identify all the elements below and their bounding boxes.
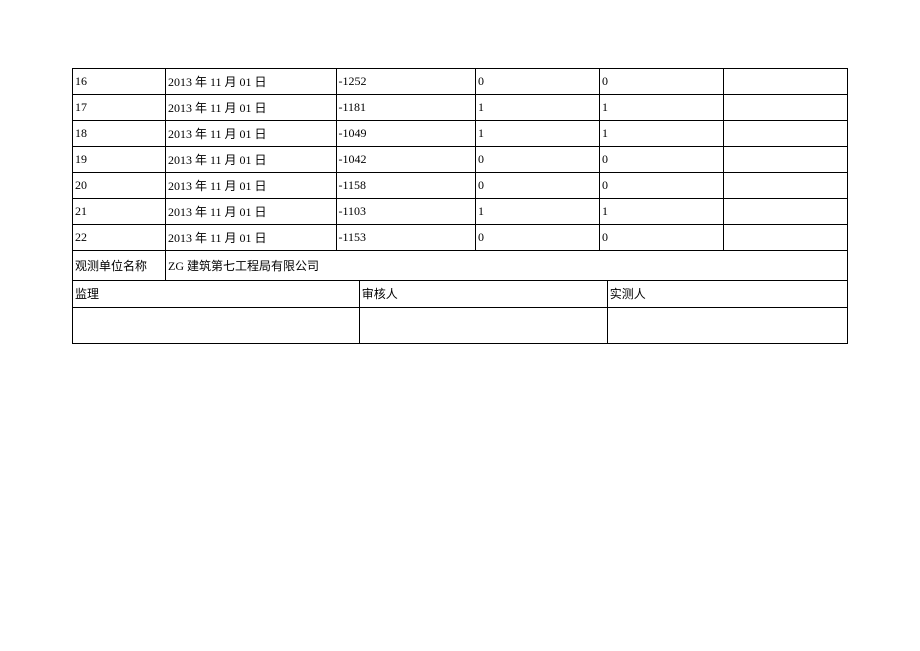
- cell-v2: 0: [476, 147, 600, 173]
- cell-no: 21: [73, 199, 166, 225]
- cell-no: 16: [73, 69, 166, 95]
- cell-no: 19: [73, 147, 166, 173]
- cell-v2: 1: [476, 121, 600, 147]
- cell-v2: 1: [476, 199, 600, 225]
- cell-date: 2013 年 11 月 01 日: [166, 69, 337, 95]
- cell-v1: -1042: [336, 147, 476, 173]
- cell-date: 2013 年 11 月 01 日: [166, 147, 337, 173]
- table-row: 162013 年 11 月 01 日-125200: [73, 69, 848, 95]
- measurer-cell: [607, 307, 847, 343]
- cell-date: 2013 年 11 月 01 日: [166, 199, 337, 225]
- cell-v3: 0: [600, 173, 724, 199]
- cell-v3: 1: [600, 121, 724, 147]
- cell-v2: 0: [476, 69, 600, 95]
- cell-date: 2013 年 11 月 01 日: [166, 225, 337, 251]
- org-row: 观测单位名称 ZG 建筑第七工程局有限公司: [73, 251, 848, 281]
- cell-no: 17: [73, 95, 166, 121]
- supervisor-cell: [73, 307, 360, 343]
- cell-v3: 0: [600, 225, 724, 251]
- table-row: 222013 年 11 月 01 日-115300: [73, 225, 848, 251]
- cell-v4: [724, 121, 848, 147]
- signoff-header-row: 监理 审核人 实测人: [73, 281, 848, 307]
- supervisor-label: 监理: [73, 281, 360, 307]
- reviewer-cell: [359, 307, 607, 343]
- cell-v2: 1: [476, 95, 600, 121]
- cell-v3: 1: [600, 95, 724, 121]
- cell-v1: -1158: [336, 173, 476, 199]
- cell-v4: [724, 173, 848, 199]
- cell-v4: [724, 225, 848, 251]
- table-row: 172013 年 11 月 01 日-118111: [73, 95, 848, 121]
- table-row: 202013 年 11 月 01 日-115800: [73, 173, 848, 199]
- org-label: 观测单位名称: [73, 251, 166, 281]
- cell-v1: -1153: [336, 225, 476, 251]
- cell-v3: 0: [600, 147, 724, 173]
- cell-no: 20: [73, 173, 166, 199]
- cell-v2: 0: [476, 173, 600, 199]
- cell-v2: 0: [476, 225, 600, 251]
- measurer-label: 实测人: [607, 281, 847, 307]
- cell-v4: [724, 95, 848, 121]
- reviewer-label: 审核人: [359, 281, 607, 307]
- cell-date: 2013 年 11 月 01 日: [166, 173, 337, 199]
- cell-v3: 0: [600, 69, 724, 95]
- org-value: ZG 建筑第七工程局有限公司: [166, 251, 848, 281]
- signoff-table: 监理 审核人 实测人: [72, 281, 848, 344]
- cell-v1: -1103: [336, 199, 476, 225]
- cell-date: 2013 年 11 月 01 日: [166, 95, 337, 121]
- cell-v4: [724, 147, 848, 173]
- cell-no: 18: [73, 121, 166, 147]
- data-table: 162013 年 11 月 01 日-125200172013 年 11 月 0…: [72, 68, 848, 281]
- table-row: 182013 年 11 月 01 日-104911: [73, 121, 848, 147]
- cell-v1: -1181: [336, 95, 476, 121]
- cell-date: 2013 年 11 月 01 日: [166, 121, 337, 147]
- cell-v1: -1049: [336, 121, 476, 147]
- cell-v4: [724, 199, 848, 225]
- cell-v1: -1252: [336, 69, 476, 95]
- cell-v3: 1: [600, 199, 724, 225]
- table-row: 212013 年 11 月 01 日-110311: [73, 199, 848, 225]
- cell-v4: [724, 69, 848, 95]
- signoff-body-row: [73, 307, 848, 343]
- table-row: 192013 年 11 月 01 日-104200: [73, 147, 848, 173]
- cell-no: 22: [73, 225, 166, 251]
